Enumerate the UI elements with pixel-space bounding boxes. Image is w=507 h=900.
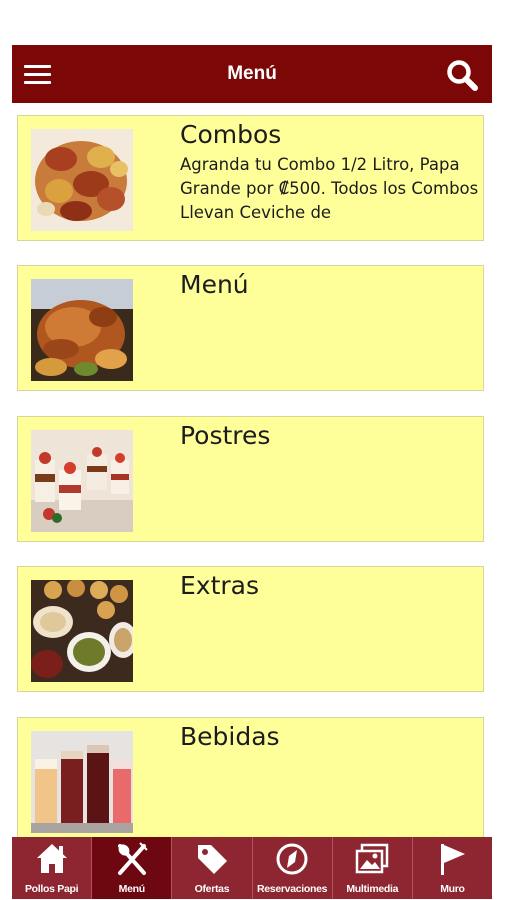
- postres-thumbnail: [31, 430, 133, 532]
- category-title: Postres: [180, 421, 271, 450]
- category-title: Bebidas: [180, 722, 280, 751]
- bebidas-thumbnail: [31, 731, 133, 833]
- category-card-menu[interactable]: Menú: [17, 265, 484, 391]
- category-card-extras[interactable]: Extras: [17, 566, 484, 692]
- bottom-tab-bar: Pollos Papi Menú Ofertas Reservaciones M…: [12, 837, 492, 899]
- category-card-combos[interactable]: Combos Agranda tu Combo 1/2 Litro, Papa …: [17, 115, 484, 241]
- tab-label: Multimedia: [346, 883, 399, 895]
- category-list: Combos Agranda tu Combo 1/2 Litro, Papa …: [12, 103, 492, 837]
- tab-label: Muro: [440, 883, 465, 895]
- tag-icon: [194, 841, 230, 877]
- fork-knife-icon: [114, 841, 150, 877]
- tab-menu[interactable]: Menú: [91, 837, 172, 899]
- category-card-bebidas[interactable]: Bebidas: [17, 717, 484, 837]
- compass-icon: [274, 841, 310, 877]
- header-bar: Menú: [12, 45, 492, 103]
- tab-pollos-papi[interactable]: Pollos Papi: [12, 837, 91, 899]
- tab-reservaciones[interactable]: Reservaciones: [251, 837, 332, 899]
- tab-label: Pollos Papi: [24, 883, 79, 895]
- flag-icon: [434, 841, 470, 877]
- search-icon[interactable]: [444, 57, 480, 93]
- tab-label: Menú: [118, 883, 146, 895]
- app-screen: Menú Combos Agranda tu Combo 1/2 Litro, …: [12, 45, 492, 900]
- combos-thumbnail: [31, 129, 133, 231]
- home-icon: [34, 841, 70, 877]
- category-card-postres[interactable]: Postres: [17, 416, 484, 542]
- category-description: Agranda tu Combo 1/2 Litro, Papa Grande …: [180, 155, 479, 222]
- tab-label: Reservaciones: [256, 883, 328, 895]
- category-title: Combos: [180, 120, 282, 149]
- gallery-icon: [354, 841, 390, 877]
- menu-thumbnail: [31, 279, 133, 381]
- category-title: Menú: [180, 270, 249, 299]
- category-title: Extras: [180, 571, 260, 600]
- tab-muro[interactable]: Muro: [411, 837, 492, 899]
- tab-label: Ofertas: [194, 883, 230, 895]
- page-title: Menú: [227, 63, 277, 84]
- tab-multimedia[interactable]: Multimedia: [331, 837, 412, 899]
- tab-ofertas[interactable]: Ofertas: [171, 837, 251, 899]
- extras-thumbnail: [31, 580, 133, 682]
